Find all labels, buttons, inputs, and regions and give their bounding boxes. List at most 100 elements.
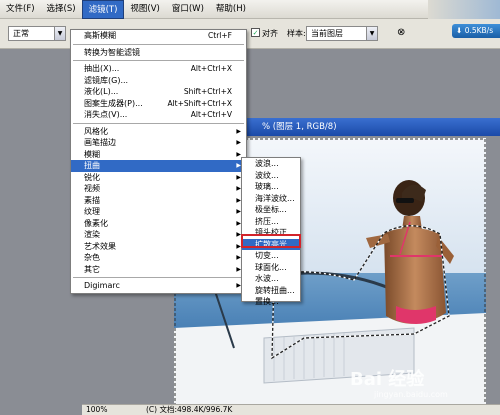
menu-item[interactable]: 挤压... [242, 216, 300, 228]
align-checkbox[interactable]: ✓ [251, 28, 260, 37]
menu-item[interactable]: 球面化... [242, 262, 300, 274]
menu-separator [73, 60, 244, 61]
blend-mode-select[interactable]: 正常 ▼ [8, 26, 66, 41]
menu-item-label: 置换... [255, 297, 279, 306]
menu-item-label: 切变... [255, 251, 279, 260]
menu-item[interactable]: 切变... [242, 250, 300, 262]
menu-item-label: 水波... [255, 274, 279, 283]
sample-select[interactable]: 当前图层 ▼ [306, 26, 378, 41]
menu-item-label: 转换为智能滤镜 [84, 47, 140, 57]
filter-menu: 高斯模糊 Ctrl+F 转换为智能滤镜 抽出(X)... Alt+Ctrl+X 滤镜库(G… [70, 29, 247, 294]
menu-item[interactable]: 滤镜库(G)... [71, 75, 246, 87]
menu-1[interactable]: 选择(S) [41, 0, 82, 19]
menu-item[interactable]: 转换为智能滤镜 [71, 47, 246, 59]
menu-bar: 文件(F) 选择(S) 滤镜(T) 视图(V) 窗口(W) 帮助(H) [0, 0, 500, 19]
menu-item-label: 极坐标... [255, 205, 287, 214]
menu-item-label: 球面化... [255, 262, 287, 272]
menu-item[interactable]: 锐化 ▶ [71, 172, 246, 184]
menu-item-label: 玻璃... [255, 182, 279, 191]
menu-item[interactable]: 抽出(X)... Alt+Ctrl+X [71, 63, 246, 75]
distort-submenu: 波浪... 波纹... 玻璃... 海洋波纹... 极坐标... 挤压... 镜头校正...… [241, 157, 301, 306]
menu-item-label: 波浪... [255, 159, 279, 168]
menu-4[interactable]: 窗口(W) [166, 0, 210, 19]
menu-item[interactable]: 纹理 ▶ [71, 206, 246, 218]
menu-item-label: 滤镜库(G)... [84, 75, 129, 85]
menu-3[interactable]: 视图(V) [124, 0, 165, 19]
menu-item-label: 渲染 [84, 230, 100, 239]
menu-item-label: 高斯模糊 [84, 31, 116, 40]
menu-item[interactable]: 扭曲 ▶ [71, 160, 246, 172]
menu-item-label: Digimarc [84, 281, 120, 290]
sample-label: 样本: [287, 29, 306, 38]
photoshop-window: 文件(F) 选择(S) 滤镜(T) 视图(V) 窗口(W) 帮助(H) 正常 ▼ ✓ 对齐… [0, 0, 500, 415]
menu-item-label: 扭曲 [84, 161, 100, 170]
zoom-level[interactable]: 100% [86, 405, 107, 415]
menu-2[interactable]: 滤镜(T) [81, 0, 125, 19]
menu-item-label: 海洋波纹... [255, 193, 295, 203]
sample-value: 当前图层 [311, 29, 343, 38]
menu-item[interactable]: 置换... [242, 296, 300, 308]
watermark-logo: Bai 经验 [350, 369, 425, 390]
menu-item[interactable]: 视频 ▶ [71, 183, 246, 195]
menu-item-label: 消失点(V)... [84, 110, 128, 119]
menu-item[interactable]: 液化(L)... Shift+Ctrl+X [71, 86, 246, 98]
speed-badge: ⬇ 0.5KB/s [452, 24, 500, 38]
menu-item[interactable]: Digimarc ▶ [71, 280, 246, 292]
menu-item[interactable]: 风格化 ▶ [71, 126, 246, 138]
menu-item[interactable]: 水波... [242, 273, 300, 285]
title-area [428, 0, 500, 19]
menu-item[interactable]: 其它 ▶ [71, 264, 246, 276]
menu-item-shortcut: Ctrl+F [208, 31, 232, 40]
menu-item-shortcut: Alt+Ctrl+X [190, 64, 232, 73]
speed-value: 0.5KB/s [464, 26, 494, 35]
menu-item[interactable]: 消失点(V)... Alt+Ctrl+V [71, 109, 246, 121]
menu-5[interactable]: 帮助(H) [210, 0, 252, 19]
menu-item-label: 素描 [84, 195, 100, 205]
submenu-arrow-icon: ▶ [236, 127, 241, 135]
menu-item-label: 其它 [84, 264, 100, 274]
menu-item-label: 画笔描边 [84, 138, 116, 147]
blend-mode-value: 正常 [13, 29, 29, 38]
menu-item[interactable]: 海洋波纹... [242, 193, 300, 205]
menu-item[interactable]: 模糊 ▶ [71, 149, 246, 161]
menu-separator [73, 43, 244, 45]
menu-item[interactable]: 素描 ▶ [71, 195, 246, 207]
menu-item-label: 液化(L)... [84, 87, 119, 96]
menu-item[interactable]: 旋转扭曲... [242, 285, 300, 297]
watermark-url: jingyan.baidu.com [374, 390, 448, 399]
menu-item-label: 抽出(X)... [84, 64, 120, 73]
menu-item[interactable]: 玻璃... [242, 181, 300, 193]
align-label: 对齐 [262, 29, 278, 38]
menu-item-shortcut: Shift+Ctrl+X [183, 87, 232, 96]
menu-0[interactable]: 文件(F) [0, 0, 41, 19]
menu-item[interactable]: 艺术效果 ▶ [71, 241, 246, 253]
menu-item[interactable]: 图案生成器(P)... Alt+Shift+Ctrl+X [71, 98, 246, 110]
menu-separator [73, 122, 244, 124]
download-icon: ⬇ [456, 26, 463, 35]
document-info: (C) 文档:498.4K/996.7K [146, 405, 233, 414]
status-bar: 100% (C) 文档:498.4K/996.7K [82, 404, 500, 415]
menu-item-shortcut: Alt+Ctrl+V [190, 110, 232, 119]
menu-item-label: 挤压... [255, 216, 279, 226]
ignore-adjustment-icon[interactable]: ⊗ [397, 27, 405, 38]
highlight-annotation-box [241, 234, 301, 248]
menu-item[interactable]: 波浪... [242, 158, 300, 170]
menu-item[interactable]: 杂色 ▶ [71, 252, 246, 264]
menu-item-label: 纹理 [84, 207, 100, 216]
submenu-arrow-icon: ▶ [236, 139, 241, 146]
chevron-down-icon: ▼ [54, 27, 65, 40]
menu-item[interactable]: 渲染 ▶ [71, 229, 246, 241]
menu-item-label: 像素化 [84, 218, 108, 228]
menu-item-label: 模糊 [84, 149, 100, 159]
menu-item-label: 波纹... [255, 170, 279, 180]
menu-item[interactable]: 高斯模糊 Ctrl+F [71, 30, 246, 42]
menu-item-shortcut: Alt+Shift+Ctrl+X [167, 98, 232, 108]
menu-item-label: 视频 [84, 184, 100, 193]
menu-item[interactable]: 画笔描边 ▶ [71, 137, 246, 149]
chevron-down-icon: ▼ [366, 27, 377, 40]
menu-item-label: 图案生成器(P)... [84, 98, 143, 108]
menu-item[interactable]: 极坐标... [242, 204, 300, 216]
menu-item[interactable]: 波纹... [242, 170, 300, 182]
menu-item[interactable]: 像素化 ▶ [71, 218, 246, 230]
menu-item-label: 艺术效果 [84, 241, 116, 251]
